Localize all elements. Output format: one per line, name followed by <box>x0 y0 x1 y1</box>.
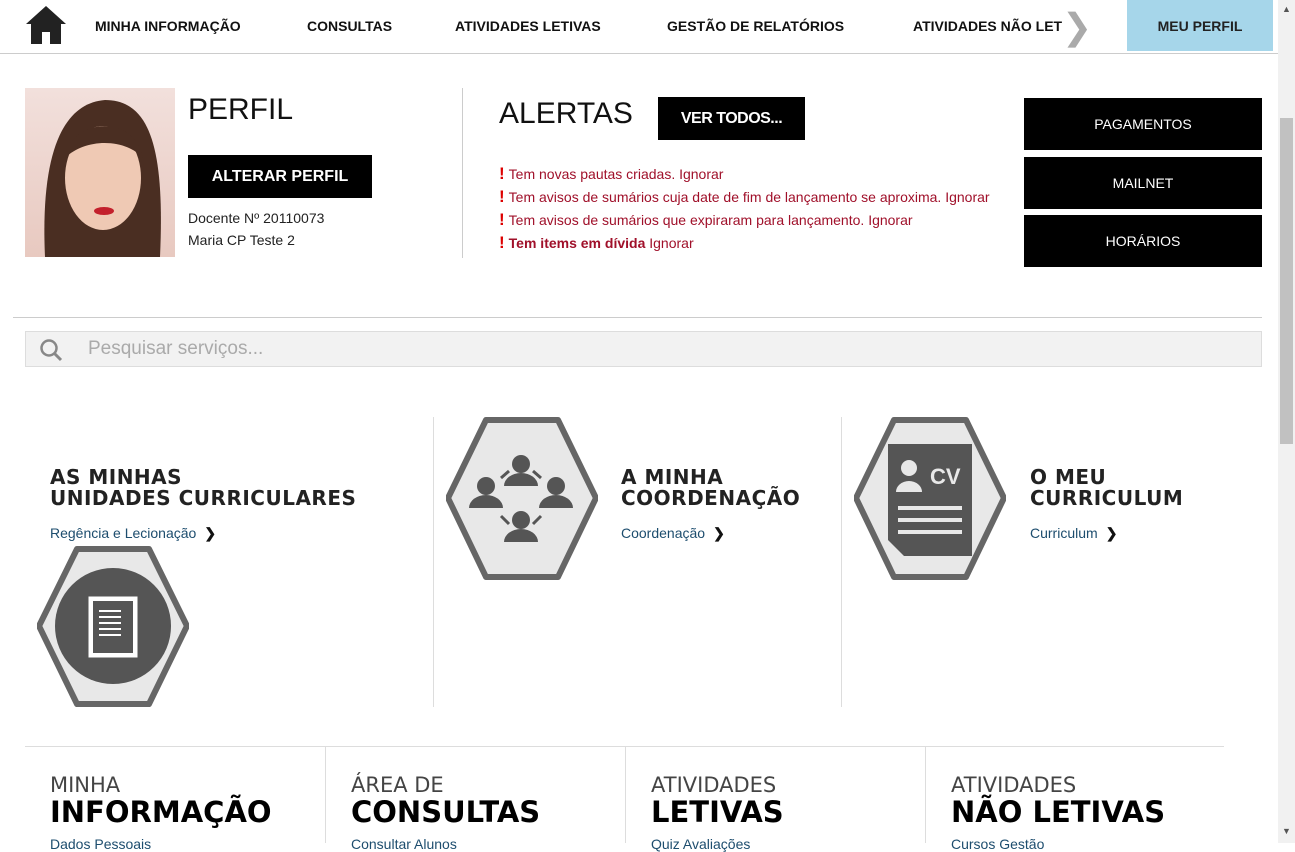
alert-icon: ! <box>499 233 505 252</box>
ignore-link[interactable]: Ignorar <box>679 166 723 182</box>
divider <box>841 417 842 707</box>
chevron-right-icon: ❯ <box>713 525 725 541</box>
nav-next-arrow-icon[interactable]: ❯ <box>1062 6 1092 48</box>
alert-item: ! Tem avisos de sumários que expiraram pa… <box>499 210 913 229</box>
search-input[interactable] <box>88 338 988 360</box>
nav-minha-informacao[interactable]: MINHA INFORMAÇÃO <box>95 18 241 34</box>
section-link[interactable]: Quiz Avaliações <box>651 836 750 852</box>
divider <box>925 747 926 843</box>
see-all-alerts-button[interactable]: VER TODOS... <box>658 97 805 140</box>
section-subtitle: ÁREA DE <box>351 773 444 797</box>
svg-text:CV: CV <box>930 464 961 489</box>
section-subtitle: ATIVIDADES <box>951 773 1077 797</box>
nav-gestao-relatorios[interactable]: GESTÃO DE RELATÓRIOS <box>667 18 844 34</box>
card-link-coordenacao[interactable]: Coordenação ❯ <box>621 525 725 542</box>
alert-item: ! Tem items em dívida Ignorar <box>499 233 694 252</box>
alert-icon: ! <box>499 210 505 229</box>
scroll-up-icon[interactable]: ▲ <box>1282 4 1291 14</box>
divider <box>13 317 1262 318</box>
section-title: INFORMAÇÃO <box>50 795 272 829</box>
section-link[interactable]: Dados Pessoais <box>50 836 151 852</box>
divider <box>625 747 626 843</box>
scrollbar[interactable]: ▲ ▼ <box>1278 0 1295 843</box>
profile-title: PERFIL <box>188 93 294 126</box>
scrollbar-thumb[interactable] <box>1280 118 1293 444</box>
ignore-link[interactable]: Ignorar <box>868 212 912 228</box>
docente-number: Docente Nº 20110073 <box>188 210 325 226</box>
alert-item: ! Tem avisos de sumários cuja date de fim… <box>499 187 990 206</box>
ignore-link[interactable]: Ignorar <box>649 235 693 251</box>
alerts-title: ALERTAS <box>499 97 633 130</box>
top-nav: MINHA INFORMAÇÃO CONSULTAS ATIVIDADES LE… <box>0 0 1278 54</box>
section-subtitle: ATIVIDADES <box>651 773 777 797</box>
nav-meu-perfil[interactable]: MEU PERFIL <box>1127 0 1273 51</box>
section-title: LETIVAS <box>651 795 784 829</box>
coordination-hexagon-icon <box>446 417 598 580</box>
card-link-regencia[interactable]: Regência e Lecionação ❯ <box>50 525 216 542</box>
user-name: Maria CP Teste 2 <box>188 232 295 248</box>
nav-atividades-nao-letivas[interactable]: ATIVIDADES NÃO LET <box>913 18 1062 34</box>
alert-icon: ! <box>499 164 505 183</box>
nav-consultas[interactable]: CONSULTAS <box>307 18 392 34</box>
section-title: CONSULTAS <box>351 795 541 829</box>
card-title-unidades: AS MINHAS UNIDADES CURRICULARES <box>50 465 357 510</box>
book-hexagon-icon <box>37 546 189 707</box>
section-link[interactable]: Consultar Alunos <box>351 836 457 852</box>
card-title-curriculum: O MEU CURRICULUM <box>1030 465 1184 510</box>
ignore-link[interactable]: Ignorar <box>945 189 989 205</box>
section-link[interactable]: Cursos Gestão <box>951 836 1044 852</box>
avatar <box>25 88 175 257</box>
payments-button[interactable]: PAGAMENTOS <box>1024 98 1262 150</box>
chevron-right-icon: ❯ <box>1105 525 1118 541</box>
schedules-button[interactable]: HORÁRIOS <box>1024 215 1262 267</box>
chevron-right-icon: ❯ <box>204 525 217 541</box>
card-link-curriculum[interactable]: Curriculum ❯ <box>1030 525 1117 542</box>
divider <box>325 747 326 843</box>
scroll-down-icon[interactable]: ▼ <box>1282 826 1291 836</box>
section-subtitle: MINHA <box>50 773 121 797</box>
nav-atividades-letivas[interactable]: ATIVIDADES LETIVAS <box>455 18 601 34</box>
divider <box>462 88 463 258</box>
alert-item: ! Tem novas pautas criadas. Ignorar <box>499 164 724 183</box>
search-bar <box>25 331 1262 367</box>
home-icon[interactable] <box>24 4 68 46</box>
cv-hexagon-icon: CV <box>854 417 1006 580</box>
section-title: NÃO LETIVAS <box>951 795 1166 829</box>
card-title-coordenacao: A MINHA COORDENAÇÃO <box>621 465 801 510</box>
change-profile-button[interactable]: ALTERAR PERFIL <box>188 155 372 198</box>
alert-icon: ! <box>499 187 505 206</box>
search-icon <box>40 339 63 362</box>
mailnet-button[interactable]: MAILNET <box>1024 157 1262 209</box>
divider <box>433 417 434 707</box>
